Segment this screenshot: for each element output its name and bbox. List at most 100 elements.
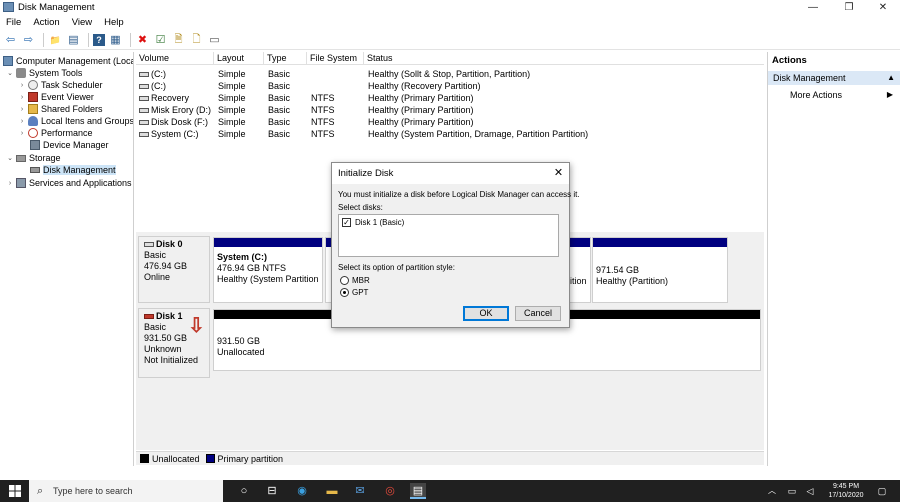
tree-item-event-viewer[interactable]: › Event Viewer	[18, 91, 94, 103]
show-hide-tree-icon[interactable]: ▤	[66, 33, 81, 48]
volume-icon	[139, 72, 149, 78]
menu-file[interactable]: File	[6, 17, 21, 28]
partition-style-label: Select its option of partition style:	[338, 263, 455, 272]
tree-item-services-applications[interactable]: › Services and Applications	[6, 177, 132, 189]
dialog-message: You must initialize a disk before Logica…	[338, 190, 580, 199]
column-volume[interactable]: Volume	[136, 52, 214, 65]
toolbar: ⇦ ⇨ 📁 ▤ ? ▦ ✖ ☑ 🗎 🗋 ▭	[0, 31, 900, 50]
tree-item-shared-folders[interactable]: › Shared Folders	[18, 103, 103, 115]
up-folder-icon[interactable]: 📁	[48, 33, 63, 48]
menu-view[interactable]: View	[72, 17, 92, 28]
check-icon[interactable]: ☑	[153, 33, 168, 48]
tree-item-task-scheduler[interactable]: › Task Scheduler	[18, 79, 103, 91]
close-button[interactable]: ✕	[866, 0, 900, 14]
mbr-label[interactable]: MBR	[352, 276, 370, 285]
toolbar-separator	[88, 33, 89, 47]
menu-help[interactable]: Help	[104, 17, 124, 28]
volume-icon	[139, 84, 149, 90]
chevron-up-icon[interactable]: ︿	[764, 483, 780, 499]
tree-item-storage[interactable]: ⌄ Storage	[6, 152, 60, 164]
taskbar-clock[interactable]: 9:45 PM 17/10/2020	[826, 482, 866, 500]
tree-item-local-users[interactable]: › Local Itens and Groups	[18, 115, 133, 127]
column-layout[interactable]: Layout	[214, 52, 264, 65]
delete-icon[interactable]: ✖	[135, 33, 150, 48]
gpt-radio[interactable]	[340, 288, 349, 297]
gpt-label[interactable]: GPT	[352, 288, 368, 297]
new-icon[interactable]: 🗎	[171, 33, 186, 48]
chrome-icon[interactable]: ◎	[382, 483, 398, 499]
primary-partition-bar	[214, 238, 322, 247]
table-row[interactable]: Misk Erory (D:) Simple Basic NTFS Health…	[136, 104, 764, 116]
widgets-icon[interactable]: ⊟	[264, 483, 280, 499]
taskbar: ⌕ Type here to search ○ ⊟ ◉ ▬ ✉ ◎ ▤ ︿ ▭ …	[0, 480, 900, 502]
tree-item-performance[interactable]: › Performance	[18, 127, 93, 139]
table-row[interactable]: Recovery Simple Basic NTFS Healthy (Prim…	[136, 92, 764, 104]
actions-pane: Actions Disk Management ▲ More Actions ▶	[767, 52, 900, 466]
console-icon[interactable]: ▭	[207, 33, 222, 48]
toolbar-separator	[43, 33, 44, 47]
disk-select-list[interactable]: ✓ Disk 1 (Basic)	[338, 214, 559, 257]
window-title: Disk Management	[18, 1, 95, 13]
device-manager-icon	[30, 140, 40, 150]
open-icon[interactable]: 🗋	[189, 33, 204, 48]
expand-icon[interactable]: ›	[18, 106, 26, 113]
minimize-button[interactable]: —	[796, 0, 830, 14]
volume-icon[interactable]: ◁	[802, 483, 818, 499]
task-view-icon[interactable]: ○	[236, 483, 252, 499]
collapse-icon[interactable]: ⌄	[6, 154, 14, 162]
column-type[interactable]: Type	[264, 52, 307, 65]
column-file-system[interactable]: File System	[307, 52, 364, 65]
tree-item-device-manager[interactable]: Device Manager	[30, 139, 109, 151]
expand-icon[interactable]: ›	[18, 130, 26, 137]
computer-icon	[3, 56, 13, 66]
storage-icon	[16, 154, 26, 162]
taskbar-search-input[interactable]: ⌕ Type here to search	[29, 480, 223, 502]
table-row[interactable]: (C:) Simple Basic Healthy (Recovery Part…	[136, 80, 764, 92]
actions-section-disk-management[interactable]: Disk Management ▲	[768, 71, 900, 85]
maximize-button[interactable]: ❐	[832, 0, 866, 14]
back-icon[interactable]: ⇦	[3, 33, 18, 48]
disk-1-list-item[interactable]: Disk 1 (Basic)	[355, 218, 404, 227]
collapse-icon[interactable]: ⌄	[6, 69, 14, 77]
cancel-button[interactable]: Cancel	[515, 306, 561, 321]
unallocated-swatch	[140, 454, 149, 463]
network-icon[interactable]: ▭	[784, 483, 800, 499]
disk-1-checkbox[interactable]: ✓	[342, 218, 351, 227]
help-icon[interactable]: ?	[93, 34, 105, 46]
expand-icon[interactable]: ›	[18, 94, 26, 101]
table-row[interactable]: System (C:) Simple Basic NTFS Healthy (S…	[136, 128, 764, 140]
clock-icon	[28, 80, 38, 90]
table-row[interactable]: Disk Dosk (F:) Simple Basic NTFS Healthy…	[136, 116, 764, 128]
column-status[interactable]: Status	[364, 52, 764, 65]
forward-icon[interactable]: ⇨	[21, 33, 36, 48]
menu-action[interactable]: Action	[33, 17, 59, 28]
down-arrow-icon: ⇩	[188, 315, 205, 337]
file-explorer-icon[interactable]: ▬	[324, 483, 340, 499]
chevron-right-icon: ▶	[886, 90, 893, 99]
properties-icon[interactable]: ▦	[108, 33, 123, 48]
mail-icon[interactable]: ✉	[352, 483, 368, 499]
disk-management-app-icon	[3, 2, 14, 12]
partition-last[interactable]: 971.54 GB Healthy (Partition)	[592, 237, 728, 303]
actions-header: Actions	[772, 55, 807, 66]
ok-button[interactable]: OK	[463, 306, 509, 321]
tree-item-computer-management[interactable]: Computer Management (Local)	[3, 55, 133, 67]
partition-system-c[interactable]: System (C:) 476.94 GB NTFS Healthy (Syst…	[213, 237, 323, 303]
volume-icon	[139, 108, 149, 114]
dialog-close-icon[interactable]: ✕	[552, 167, 565, 180]
disk-management-taskbar-icon[interactable]: ▤	[410, 483, 426, 499]
table-row[interactable]: (C:) Simple Basic Healthy (Sollt & Stop,…	[136, 68, 764, 80]
notification-icon[interactable]: ▢	[874, 483, 890, 499]
expand-icon[interactable]: ›	[18, 82, 26, 89]
expand-icon[interactable]: ›	[18, 118, 26, 125]
disk-icon	[30, 167, 40, 173]
collapse-up-icon[interactable]: ▲	[887, 71, 895, 85]
tree-item-disk-management[interactable]: Disk Management	[30, 164, 116, 176]
windows-start-icon[interactable]	[9, 485, 21, 497]
tree-item-system-tools[interactable]: ⌄ System Tools	[6, 67, 82, 79]
edge-icon[interactable]: ◉	[294, 483, 310, 499]
disk-0-label[interactable]: Disk 0 Basic 476.94 GB Online	[138, 236, 210, 303]
expand-icon[interactable]: ›	[6, 180, 14, 187]
mbr-radio[interactable]	[340, 276, 349, 285]
more-actions-item[interactable]: More Actions ▶	[768, 88, 900, 102]
